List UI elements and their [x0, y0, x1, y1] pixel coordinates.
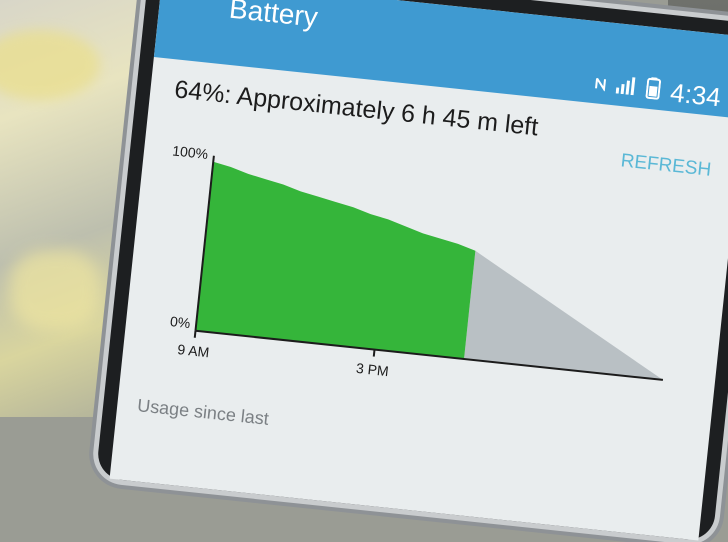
y-tick-label: 0%	[169, 313, 191, 331]
x-tick	[372, 349, 376, 357]
phone: Battery 4:34 64%: Approximately 6 h 45 m…	[95, 0, 728, 542]
page-title: Battery	[227, 0, 320, 33]
y-tick-label: 100%	[172, 142, 209, 162]
status-bar: 4:34	[593, 69, 722, 113]
signal-icon	[615, 76, 637, 101]
x-tick-label: 9 AM	[177, 341, 210, 360]
nfc-icon	[594, 76, 608, 94]
projection-area	[464, 250, 663, 380]
usage-area	[195, 161, 476, 360]
status-clock: 4:34	[668, 77, 723, 113]
battery-icon	[645, 77, 662, 105]
x-tick-label: 3 PM	[355, 360, 389, 379]
x-tick	[193, 330, 197, 338]
background-blob	[10, 250, 100, 330]
screen: Battery 4:34 64%: Approximately 6 h 45 m…	[109, 0, 728, 541]
